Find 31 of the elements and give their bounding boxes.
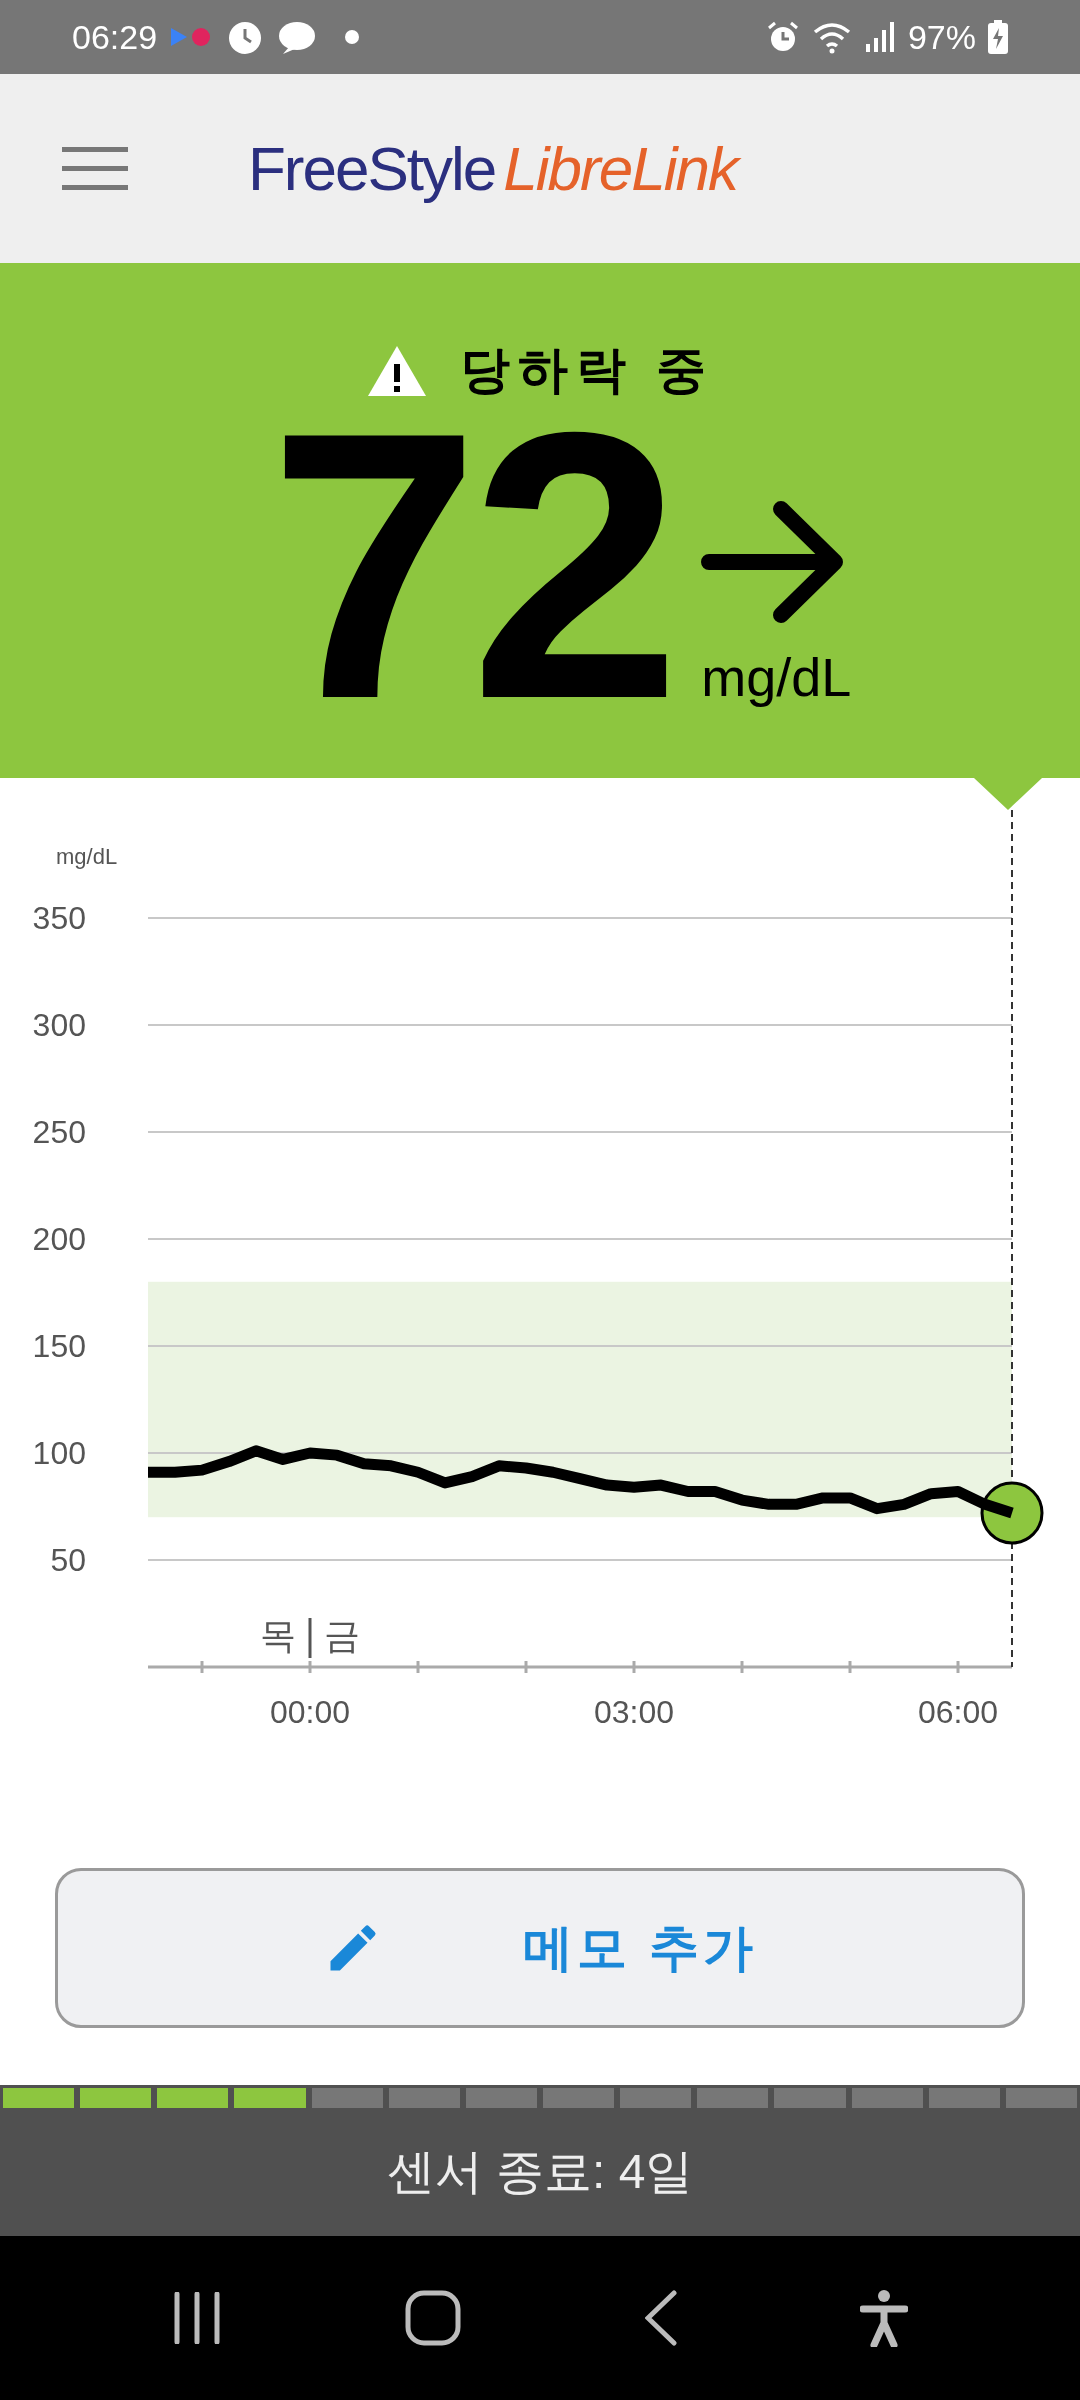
home-icon[interactable] xyxy=(405,2290,462,2346)
y-tick-label: 200 xyxy=(32,1221,86,1257)
y-tick-label: 250 xyxy=(32,1114,86,1150)
x-tick-label: 03:00 xyxy=(593,1694,675,1730)
unit-label: mg/dL xyxy=(701,646,852,709)
back-icon[interactable] xyxy=(644,2290,677,2346)
battery-charging-icon xyxy=(988,20,1008,54)
status-time: 06:29 xyxy=(72,16,158,58)
logo-text: FreeStyle xyxy=(248,133,496,205)
alarm-icon xyxy=(765,20,800,54)
accessibility-icon[interactable] xyxy=(860,2289,909,2347)
glucose-value: 72 xyxy=(268,418,672,718)
y-tick-label: 50 xyxy=(50,1542,86,1578)
current-reading-marker xyxy=(980,1481,1044,1545)
chat-icon xyxy=(277,19,318,55)
x-tick-label: 06:00 xyxy=(917,1694,999,1730)
y-tick-label: 150 xyxy=(32,1328,86,1364)
y-tick-label: 300 xyxy=(32,1007,86,1043)
sensor-status-text: 센서 종료: 4일 xyxy=(386,2144,694,2200)
x-tick-label: 00:00 xyxy=(269,1694,351,1730)
y-tick-label: 100 xyxy=(32,1435,86,1471)
day-label: 금 xyxy=(324,1615,360,1656)
signal-icon xyxy=(863,22,896,52)
y-tick-label: 350 xyxy=(32,900,86,936)
alert-text: 당하락 중 xyxy=(460,341,714,400)
day-label: 목 xyxy=(260,1615,296,1656)
y-axis-unit: mg/dL xyxy=(56,844,118,869)
wifi-icon xyxy=(811,20,852,54)
add-note-button[interactable]: 메모 추가 xyxy=(55,1868,1025,2028)
battery-percent: 97% xyxy=(907,16,976,58)
menu-icon[interactable] xyxy=(62,146,128,191)
